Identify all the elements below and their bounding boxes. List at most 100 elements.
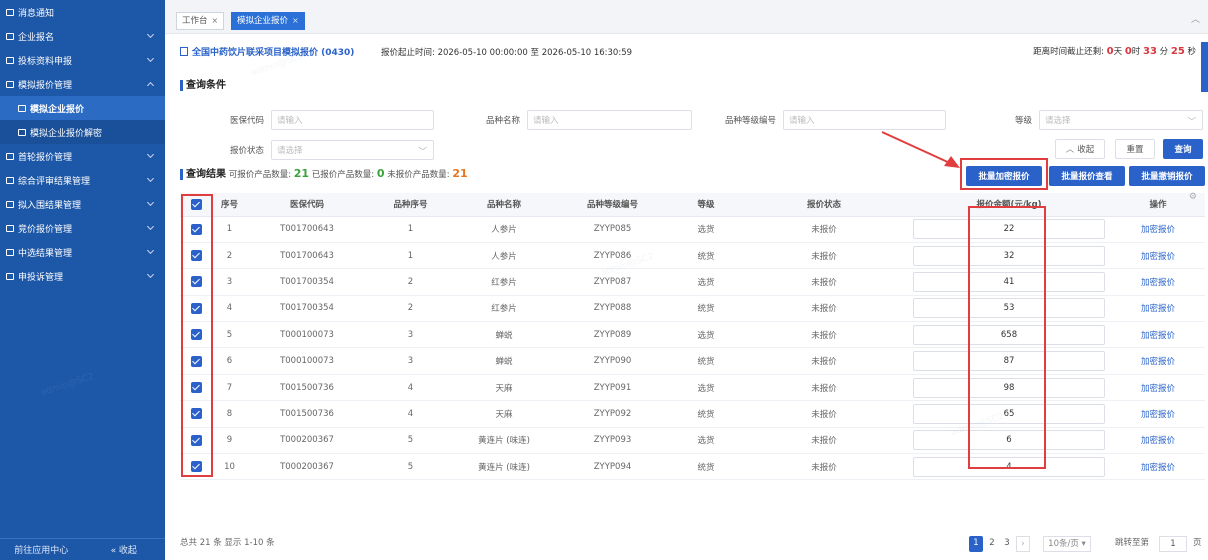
collapse-sidebar-button[interactable]: « 收起 (83, 543, 166, 556)
checkbox-checked-icon (190, 276, 202, 288)
cell-variety-no: 2 (367, 268, 454, 296)
column-header: 品种序号 (367, 193, 454, 217)
cell-variety-no: 5 (367, 427, 454, 455)
sidebar-item-mock-quote[interactable]: 模拟企业报价 (0, 96, 165, 120)
folder-icon (6, 272, 14, 280)
checkbox[interactable] (180, 374, 212, 402)
jump-page-input[interactable]: 1 (1159, 536, 1187, 552)
cell-no: 7 (212, 374, 247, 402)
chevron-down-icon (146, 30, 155, 39)
column-header: 操作 ⚙ (1111, 192, 1205, 217)
cell-medical-code: T000200367 (247, 427, 367, 455)
cell-variety-name: 人参片 (454, 216, 554, 243)
unquoted-label: 未报价产品数量: (387, 170, 453, 180)
next-page-icon[interactable]: › (1016, 536, 1030, 552)
settings-icon[interactable]: ⚙ (1189, 192, 1197, 202)
amount-input[interactable]: 22 (913, 219, 1105, 240)
encrypt-quote-link[interactable]: 加密报价 (1141, 331, 1175, 341)
folder-icon (6, 176, 14, 184)
project-title-text: 全国中药饮片联采项目模拟报价 (0430) (192, 48, 355, 58)
amount-input[interactable]: 41 (913, 271, 1105, 292)
table-row: 3 T001700354 2 红参片 ZYYP087 选货 未报价 41 加密报价 (180, 268, 1205, 296)
cell-status: 未报价 (741, 427, 907, 455)
encrypt-quote-link[interactable]: 加密报价 (1141, 410, 1175, 420)
checkbox[interactable] (180, 347, 212, 375)
checkbox[interactable] (180, 427, 212, 455)
column-header: 序号 (212, 193, 247, 217)
column-header: 品种等级编号 (554, 193, 671, 217)
caret-down-icon: ▾ (1081, 539, 1086, 549)
grade-select[interactable]: 请选择 ﹀ (1039, 110, 1203, 130)
encrypt-quote-link[interactable]: 加密报价 (1141, 278, 1175, 288)
sidebar-item-label: 综合评审结果管理 (18, 176, 91, 187)
cell-action: 加密报价 (1111, 242, 1205, 270)
amount-input[interactable]: 6 (913, 430, 1105, 451)
grade-label: 等级 (1014, 116, 1032, 126)
sidebar-item-mock-quote-decrypt[interactable]: 模拟企业报价解密 (0, 120, 165, 144)
sidebar-item-complaints[interactable]: 申投诉管理 (0, 264, 165, 288)
batch-revoke-quote-button[interactable]: 批量撤销报价 (1129, 166, 1205, 186)
encrypt-quote-link[interactable]: 加密报价 (1141, 252, 1175, 262)
checkbox[interactable] (180, 321, 212, 349)
tab-workbench[interactable]: 工作台 × (176, 12, 225, 30)
sidebar-item-first-round[interactable]: 首轮报价管理 (0, 144, 165, 168)
encrypt-quote-link[interactable]: 加密报价 (1141, 357, 1175, 367)
folder-icon (6, 152, 14, 160)
checkbox[interactable] (180, 453, 212, 481)
status-select[interactable]: 请选择 ﹀ (271, 140, 434, 160)
amount-input[interactable]: 87 (913, 351, 1105, 372)
amount-input[interactable]: 32 (913, 245, 1105, 266)
sidebar-item-review-results[interactable]: 综合评审结果管理 (0, 168, 165, 192)
sidebar-item-registration[interactable]: 企业报名 (0, 24, 165, 48)
cell-status: 未报价 (741, 321, 907, 349)
checkbox[interactable] (180, 400, 212, 428)
checkbox[interactable] (180, 295, 212, 323)
side-float-tab[interactable] (1201, 42, 1208, 92)
page-size-select[interactable]: 10条/页 ▾ (1043, 536, 1091, 552)
sidebar-item-notifications[interactable]: 消息通知 (0, 0, 165, 24)
encrypt-quote-link[interactable]: 加密报价 (1141, 463, 1175, 473)
variety-name-input[interactable]: 请输入 (527, 110, 692, 130)
grade-code-input[interactable]: 请输入 (783, 110, 946, 130)
reset-button[interactable]: 重置 (1115, 139, 1155, 159)
close-icon[interactable]: × (212, 16, 219, 25)
tab-mock-quote[interactable]: 模拟企业报价 × (231, 12, 305, 30)
medical-code-input[interactable]: 请输入 (271, 110, 434, 130)
page-3-button[interactable]: 3 (1001, 536, 1013, 552)
sidebar-item-label: 模拟报价管理 (18, 80, 73, 91)
close-icon[interactable]: × (292, 16, 299, 25)
cell-grade-code: ZYYP090 (554, 347, 671, 375)
checkbox[interactable] (180, 242, 212, 270)
page-2-button[interactable]: 2 (986, 536, 998, 552)
sidebar-item-selection-results[interactable]: 中选结果管理 (0, 240, 165, 264)
select-all-checkbox[interactable] (180, 193, 212, 217)
encrypt-quote-link[interactable]: 加密报价 (1141, 384, 1175, 394)
encrypt-quote-link[interactable]: 加密报价 (1141, 304, 1175, 314)
cell-action: 加密报价 (1111, 268, 1205, 296)
amount-input[interactable]: 65 (913, 403, 1105, 424)
column-header: 报价状态 (741, 193, 907, 217)
table-row: 5 T000100073 3 蝉蜕 ZYYP089 选货 未报价 658 加密报价 (180, 321, 1205, 349)
collapse-button[interactable]: ︿ 收起 (1055, 139, 1105, 159)
amount-input[interactable]: 658 (913, 324, 1105, 345)
app-center-link[interactable]: 前往应用中心 (0, 543, 83, 556)
encrypt-quote-link[interactable]: 加密报价 (1141, 225, 1175, 235)
sidebar-item-mock-quote-mgmt[interactable]: 模拟报价管理 (0, 72, 165, 96)
chevron-down-icon: ﹀ (1187, 117, 1196, 127)
page-1-button[interactable]: 1 (969, 536, 983, 552)
amount-input[interactable]: 98 (913, 377, 1105, 398)
checkbox[interactable] (180, 216, 212, 243)
sidebar-item-bid-materials[interactable]: 投标资料申报 (0, 48, 165, 72)
batch-encrypt-quote-button[interactable]: 批量加密报价 (966, 166, 1042, 186)
amount-input[interactable]: 53 (913, 298, 1105, 319)
amount-input[interactable]: 4 (913, 456, 1105, 477)
search-button[interactable]: 查询 (1163, 139, 1203, 159)
batch-view-quote-button[interactable]: 批量报价查看 (1049, 166, 1125, 186)
sidebar-item-shortlist[interactable]: 拟入围结果管理 (0, 192, 165, 216)
cell-variety-name: 红参片 (454, 295, 554, 323)
encrypt-quote-link[interactable]: 加密报价 (1141, 436, 1175, 446)
cell-action: 加密报价 (1111, 427, 1205, 455)
sidebar-item-bidding[interactable]: 竞价报价管理 (0, 216, 165, 240)
checkbox[interactable] (180, 268, 212, 296)
collapse-up-icon[interactable]: ︿ (1191, 12, 1200, 25)
